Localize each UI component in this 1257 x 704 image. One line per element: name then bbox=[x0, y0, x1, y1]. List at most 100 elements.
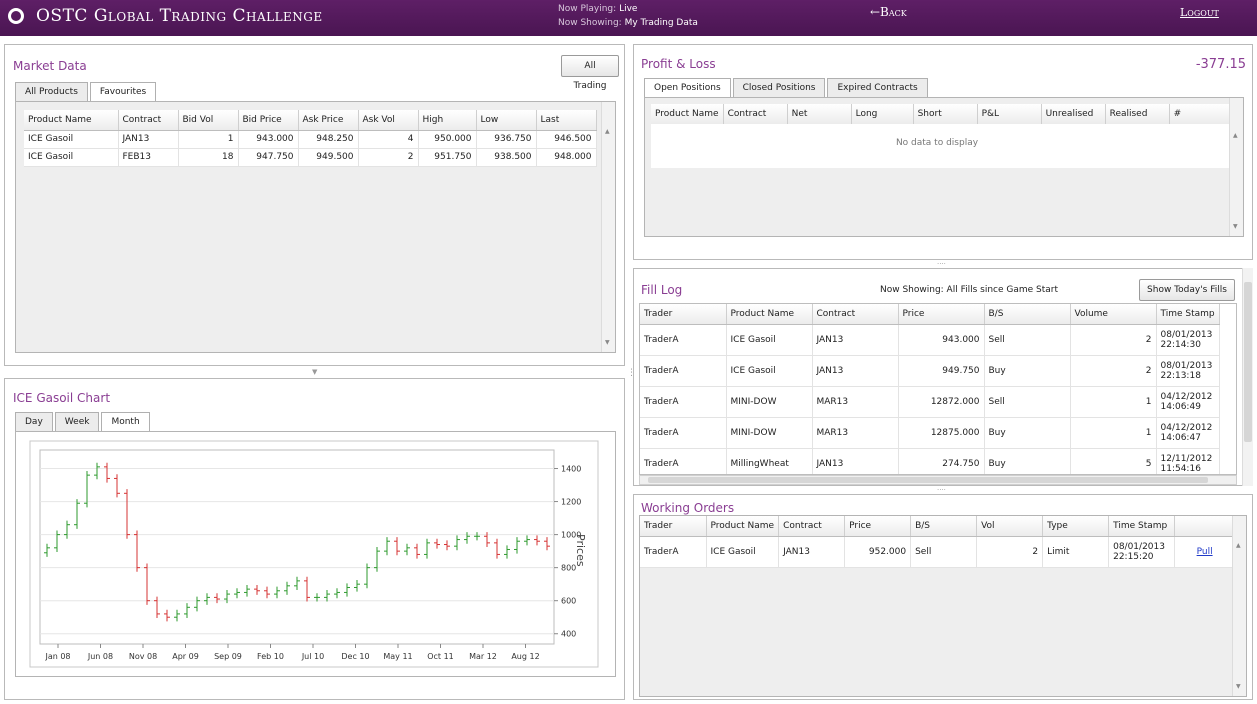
col-bid-vol[interactable]: Bid Vol bbox=[178, 110, 239, 131]
col-bs[interactable]: B/S bbox=[984, 304, 1071, 325]
cell-type: Limit bbox=[1042, 536, 1110, 568]
cell-trader: TraderA bbox=[640, 324, 727, 356]
market-scrollbar[interactable]: ▲ ▼ bbox=[601, 102, 615, 352]
x-tick-label: Jul 10 bbox=[301, 652, 324, 661]
cell-trader: TraderA bbox=[640, 417, 727, 449]
cell-bs: Sell bbox=[984, 324, 1071, 356]
back-link[interactable]: ←Back bbox=[870, 5, 907, 19]
fill-log-grid: Trader Product Name Contract Price B/S V… bbox=[639, 303, 1237, 475]
scroll-down-icon[interactable]: ▼ bbox=[605, 339, 610, 346]
cell-trader: TraderA bbox=[640, 448, 727, 474]
col-contract[interactable]: Contract bbox=[723, 104, 788, 125]
fill-log-outer-scrollbar[interactable] bbox=[1242, 268, 1253, 486]
splitter-handle-icon[interactable]: ···· bbox=[937, 260, 946, 268]
chart-frame: 400 600 800 1000 1200 1400 Jan 08 Jun 08 Nov 08… bbox=[15, 431, 616, 677]
tab-month[interactable]: Month bbox=[101, 412, 150, 432]
col-product-name[interactable]: Product Name bbox=[24, 110, 119, 131]
col-contract[interactable]: Contract bbox=[118, 110, 179, 131]
cell-contract: JAN13 bbox=[812, 448, 899, 474]
cell-date: 04/12/2012 bbox=[1160, 391, 1213, 402]
x-tick-label: Apr 09 bbox=[172, 652, 199, 661]
cell-price: 943.000 bbox=[898, 324, 985, 356]
pnl-panel: Profit & Loss -377.15 Open Positions Clo… bbox=[633, 44, 1253, 260]
scroll-up-icon[interactable]: ▲ bbox=[1233, 132, 1238, 139]
col-product-name[interactable]: Product Name bbox=[706, 516, 780, 537]
col-bs[interactable]: B/S bbox=[910, 516, 978, 537]
show-todays-fills-button[interactable]: Show Today's Fills bbox=[1139, 279, 1235, 301]
all-trading-button[interactable]: All Trading bbox=[561, 55, 619, 91]
pnl-scrollbar[interactable]: ▲ ▼ bbox=[1229, 98, 1243, 236]
pull-order-link[interactable]: Pull bbox=[1197, 547, 1213, 557]
col-contract[interactable]: Contract bbox=[778, 516, 846, 537]
col-realised[interactable]: Realised bbox=[1105, 104, 1170, 125]
cell-time-stamp: 04/12/2012 14:06:47 bbox=[1156, 417, 1220, 449]
col-net[interactable]: Net bbox=[787, 104, 852, 125]
col-contract[interactable]: Contract bbox=[812, 304, 899, 325]
col-trader[interactable]: Trader bbox=[640, 304, 727, 325]
splitter-handle-icon[interactable]: ···· bbox=[937, 486, 946, 494]
col-ask-vol[interactable]: Ask Vol bbox=[358, 110, 419, 131]
table-row[interactable]: ICE Gasoil FEB13 18 947.750 949.500 2 95… bbox=[24, 148, 597, 167]
col-count[interactable]: # bbox=[1169, 104, 1234, 125]
tab-favourites[interactable]: Favourites bbox=[89, 82, 157, 102]
table-row[interactable]: TraderA MillingWheat JAN13 274.750 Buy 5… bbox=[640, 448, 1220, 474]
col-type[interactable]: Type bbox=[1042, 516, 1110, 537]
scroll-thumb[interactable] bbox=[1244, 282, 1252, 442]
cell-contract: JAN13 bbox=[812, 355, 899, 387]
tab-all-products[interactable]: All Products bbox=[15, 82, 88, 101]
col-unrealised[interactable]: Unrealised bbox=[1041, 104, 1106, 125]
col-long[interactable]: Long bbox=[851, 104, 914, 125]
scroll-down-icon[interactable]: ▼ bbox=[1233, 223, 1238, 230]
cell-ask-price: 948.250 bbox=[298, 130, 359, 149]
logout-link[interactable]: Logout bbox=[1180, 6, 1219, 19]
col-product-name[interactable]: Product Name bbox=[726, 304, 813, 325]
tab-open-positions[interactable]: Open Positions bbox=[644, 78, 731, 98]
col-price[interactable]: Price bbox=[844, 516, 912, 537]
table-row[interactable]: ICE Gasoil JAN13 1 943.000 948.250 4 950… bbox=[24, 130, 597, 149]
col-pnl[interactable]: P&L bbox=[977, 104, 1042, 125]
orders-scrollbar[interactable]: ▲ ▼ bbox=[1232, 516, 1246, 696]
pnl-grid: Product Name Contract Net Long Short P&L… bbox=[644, 97, 1244, 237]
now-showing-status: Now Showing: My Trading Data bbox=[558, 18, 698, 28]
logo-ring-icon bbox=[8, 8, 24, 24]
col-volume[interactable]: Volume bbox=[1070, 304, 1157, 325]
hscroll-thumb[interactable] bbox=[648, 477, 1208, 483]
col-price[interactable]: Price bbox=[898, 304, 985, 325]
tab-expired-contracts[interactable]: Expired Contracts bbox=[827, 78, 928, 97]
table-row[interactable]: TraderA ICE Gasoil JAN13 949.750 Buy 2 0… bbox=[640, 355, 1220, 387]
now-playing-value: Live bbox=[619, 4, 638, 14]
y-axis-title: Prices bbox=[574, 534, 587, 567]
scroll-up-icon[interactable]: ▲ bbox=[605, 128, 610, 135]
cell-bid-vol: 1 bbox=[178, 130, 239, 149]
scroll-down-icon[interactable]: ▼ bbox=[1236, 683, 1241, 690]
col-high[interactable]: High bbox=[418, 110, 477, 131]
cell-price: 949.750 bbox=[898, 355, 985, 387]
scroll-up-icon[interactable]: ▲ bbox=[1236, 542, 1241, 549]
col-bid-price[interactable]: Bid Price bbox=[238, 110, 299, 131]
table-row[interactable]: TraderA MINI-DOW MAR13 12875.000 Buy 1 0… bbox=[640, 417, 1220, 449]
col-time-stamp[interactable]: Time Stamp bbox=[1108, 516, 1176, 537]
table-row[interactable]: TraderA ICE Gasoil JAN13 943.000 Sell 2 … bbox=[640, 324, 1220, 356]
cell-bs: Buy bbox=[984, 448, 1071, 474]
tab-week[interactable]: Week bbox=[54, 412, 100, 431]
col-product-name[interactable]: Product Name bbox=[651, 104, 724, 125]
cell-volume: 1 bbox=[1070, 386, 1157, 418]
table-row[interactable]: TraderA MINI-DOW MAR13 12872.000 Sell 1 … bbox=[640, 386, 1220, 418]
tab-closed-positions[interactable]: Closed Positions bbox=[732, 78, 826, 97]
fill-log-hscrollbar[interactable] bbox=[639, 475, 1237, 485]
col-short[interactable]: Short bbox=[913, 104, 978, 125]
col-time-stamp[interactable]: Time Stamp bbox=[1156, 304, 1220, 325]
table-row[interactable]: TraderA ICE Gasoil JAN13 952.000 Sell 2 … bbox=[640, 536, 1236, 568]
col-low[interactable]: Low bbox=[476, 110, 537, 131]
splitter-handle-icon[interactable]: ▼ bbox=[312, 368, 317, 376]
cell-product: MillingWheat bbox=[726, 448, 813, 474]
col-vol[interactable]: Vol bbox=[976, 516, 1044, 537]
y-tick-label: 1400 bbox=[561, 465, 581, 474]
cell-trader: TraderA bbox=[640, 536, 707, 568]
tab-day[interactable]: Day bbox=[15, 412, 53, 431]
col-ask-price[interactable]: Ask Price bbox=[298, 110, 359, 131]
cell-time-stamp: 12/11/2012 11:54:16 bbox=[1156, 448, 1220, 474]
cell-low: 938.500 bbox=[476, 148, 537, 167]
col-last[interactable]: Last bbox=[536, 110, 597, 131]
col-trader[interactable]: Trader bbox=[640, 516, 707, 537]
